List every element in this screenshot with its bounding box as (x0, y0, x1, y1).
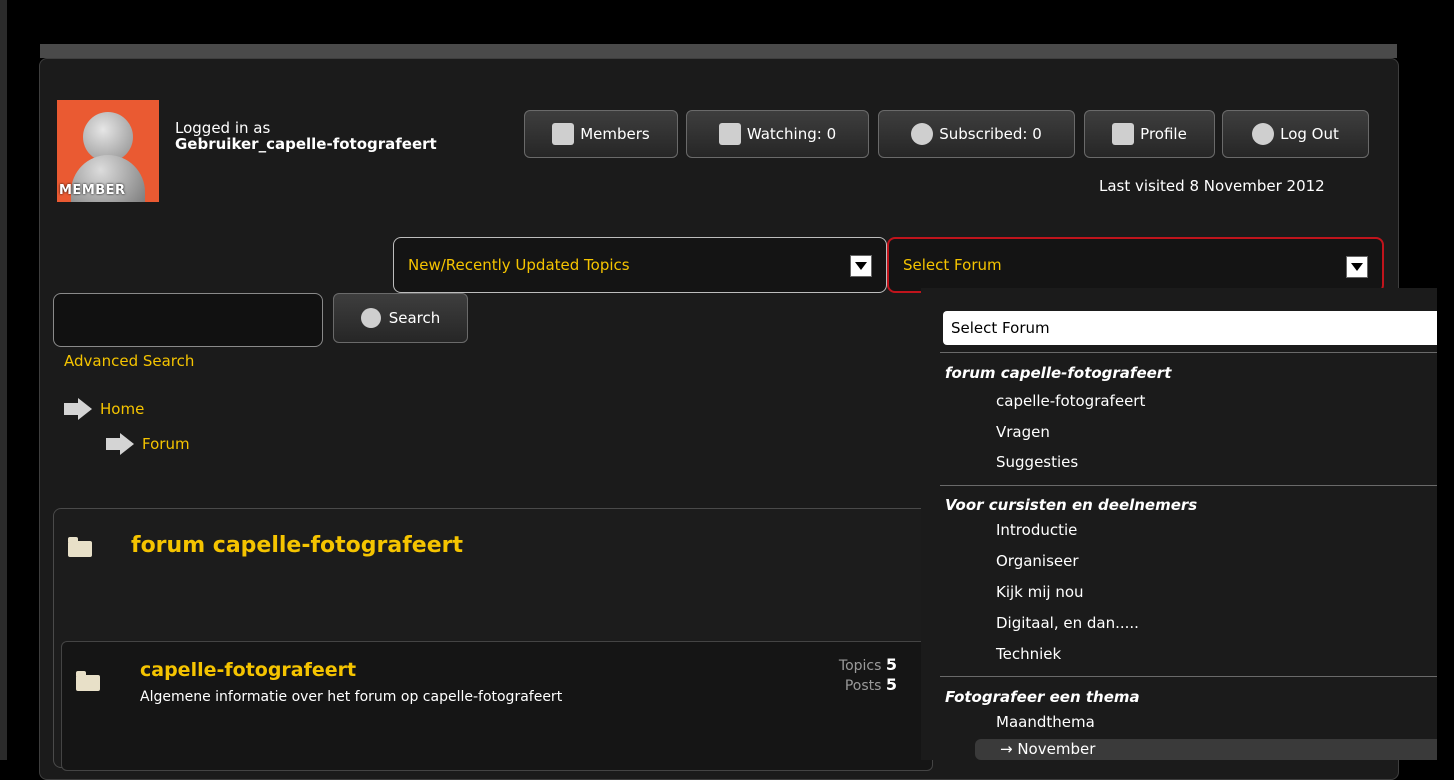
menu-option[interactable]: Digitaal, en dan..... (996, 614, 1139, 632)
watching-label: Watching: 0 (746, 125, 837, 143)
menu-option[interactable]: Organiseer (996, 552, 1079, 570)
subscribed-button[interactable]: Subscribed: 0 (878, 110, 1075, 158)
forum-description: Algemene informatie over het forum op ca… (140, 689, 563, 705)
logout-button[interactable]: Log Out (1222, 110, 1369, 158)
chevron-down-icon[interactable] (850, 255, 872, 277)
binoculars-icon (718, 123, 741, 145)
search-button-label: Search (388, 309, 441, 327)
search-button[interactable]: Search (333, 293, 468, 343)
category-title[interactable]: forum capelle-fotografeert (131, 533, 463, 558)
forum-select-dropdown[interactable]: Select Forum (887, 237, 1384, 293)
breadcrumb-home-label: Home (100, 400, 145, 418)
members-label: Members (580, 125, 650, 143)
search-input[interactable] (53, 293, 323, 347)
profile-icon (1112, 123, 1135, 145)
menu-option[interactable]: Suggesties (996, 453, 1078, 471)
topics-count: 5 (885, 655, 897, 674)
menu-option-november[interactable]: → November (1000, 740, 1095, 758)
watching-button[interactable]: Watching: 0 (686, 110, 869, 158)
members-icon (552, 123, 575, 145)
menu-option[interactable]: Maandthema (996, 713, 1095, 731)
menu-option[interactable]: Introductie (996, 521, 1077, 539)
menu-option[interactable]: Kijk mij nou (996, 583, 1084, 601)
avatar[interactable]: MEMBER (57, 100, 159, 202)
folder-icon (76, 671, 100, 691)
forum-title[interactable]: capelle-fotografeert (140, 659, 356, 681)
username[interactable]: Gebruiker_capelle-fotografeert (175, 135, 437, 153)
topics-dropdown-label: New/Recently Updated Topics (408, 256, 630, 274)
search-icon (360, 308, 381, 328)
subscribed-label: Subscribed: 0 (939, 125, 1042, 143)
menu-option[interactable]: Techniek (996, 645, 1061, 663)
breadcrumb-forum[interactable]: Forum (106, 433, 190, 455)
login-info: Logged in as Gebruiker_capelle-fotografe… (175, 120, 437, 152)
profile-button[interactable]: Profile (1084, 110, 1215, 158)
posts-stat-label: Posts (844, 678, 882, 694)
key-icon (1252, 123, 1275, 145)
advanced-search-link[interactable]: Advanced Search (64, 352, 194, 370)
menu-option[interactable]: Vragen (996, 423, 1050, 441)
logout-label: Log Out (1280, 125, 1339, 143)
avatar-label: MEMBER (59, 183, 126, 198)
menu-divider (940, 485, 1437, 486)
breadcrumb-home[interactable]: Home (64, 398, 144, 420)
arrow-right-icon (106, 433, 136, 455)
topics-dropdown[interactable]: New/Recently Updated Topics (393, 237, 887, 293)
menu-option-select-forum[interactable]: Select Forum (943, 311, 1437, 345)
menu-option[interactable]: capelle-fotografeert (996, 392, 1145, 410)
members-button[interactable]: Members (524, 110, 678, 158)
heart-icon (911, 123, 934, 145)
profile-label: Profile (1140, 125, 1187, 143)
topics-stat: Topics 5 (777, 655, 897, 674)
menu-group-label: forum capelle-fotografeert (945, 364, 1172, 382)
menu-divider (940, 352, 1437, 353)
arrow-right-icon (64, 398, 94, 420)
logged-in-label: Logged in as (175, 119, 271, 137)
window-edge (0, 0, 7, 760)
menu-group-label: Voor cursisten en deelnemers (945, 496, 1198, 514)
menu-group-label: Fotografeer een thema (945, 688, 1140, 706)
menu-divider (940, 676, 1437, 677)
topics-stat-label: Topics (838, 658, 882, 674)
posts-stat: Posts 5 (777, 675, 897, 694)
top-bar (40, 44, 1397, 58)
chevron-down-icon[interactable] (1346, 256, 1368, 278)
posts-count: 5 (885, 675, 897, 694)
forum-dropdown-label: Select Forum (903, 256, 1002, 274)
folder-icon (68, 537, 92, 557)
last-visited: Last visited 8 November 2012 (1099, 177, 1325, 195)
breadcrumb-forum-label: Forum (142, 435, 190, 453)
